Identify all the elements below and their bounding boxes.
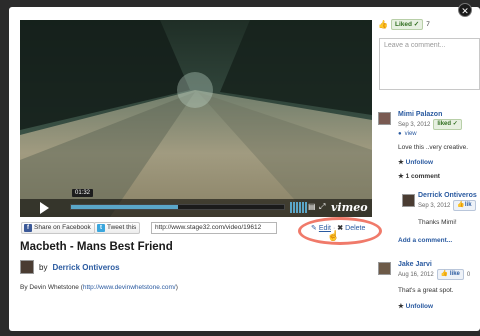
credit-suffix: ) (175, 284, 178, 291)
video-player[interactable]: 01:32 ▤ ⤢ vimeo (20, 20, 372, 217)
player-controls: 01:32 ▤ ⤢ vimeo (20, 189, 372, 217)
edit-icon[interactable]: ✎ (311, 224, 317, 232)
unfollow-button[interactable]: ★ Unfollow (398, 158, 480, 166)
share-facebook-label: Share on Facebook (34, 224, 91, 231)
liked-badge[interactable]: 👍 Liked ✓ 7 (378, 19, 430, 30)
comment-date: Sep 3, 2012 (398, 121, 431, 128)
reply-like-label: lik (464, 202, 472, 208)
reply-count[interactable]: ★ 1 comment (398, 172, 480, 180)
star-icon: ★ (398, 159, 404, 166)
facebook-icon: f (24, 224, 32, 232)
thumbs-up-icon: 👍 (378, 20, 388, 29)
credit-prefix: By Devin Whetstone ( (20, 284, 83, 291)
reply-item: Derrick Ontiveros Sep 3, 2012 👍lik Thank… (418, 192, 480, 226)
comment-like-button[interactable]: 👍 like (436, 269, 464, 280)
tweet-button[interactable]: t Tweet this (94, 222, 141, 234)
view-icon: ● (398, 131, 402, 137)
time-tooltip: 01:32 (72, 189, 94, 197)
seek-bar[interactable] (70, 204, 285, 210)
hd-icon[interactable]: ▤ (308, 202, 316, 211)
thumbs-up-icon: 👍 (457, 202, 465, 208)
comment-body: That's a great spot. (398, 287, 454, 294)
comment-input[interactable]: Leave a comment... (379, 38, 480, 90)
comment-meta: Aug 16, 2012 👍 like 0 (398, 269, 480, 280)
reply-count-label: 1 comment (405, 173, 440, 180)
comment-item: Mimi Palazon Sep 3, 2012 liked ✓ ● view … (398, 111, 480, 180)
reply-like-button[interactable]: 👍lik (453, 200, 476, 211)
reply-avatar[interactable] (402, 194, 415, 207)
hand-cursor-icon: ☝ (327, 231, 340, 242)
video-credit: By Devin Whetstone (http://www.devinwhet… (20, 284, 178, 291)
volume-control[interactable] (290, 202, 307, 213)
video-frame (20, 20, 372, 217)
tweet-label: Tweet this (107, 224, 137, 231)
thumbs-up-icon: 👍 (440, 271, 449, 277)
view-link[interactable]: view (405, 131, 417, 137)
star-icon: ★ (398, 173, 404, 180)
reply-meta: Sep 3, 2012 👍lik (418, 200, 480, 211)
delete-link[interactable]: Delete (345, 225, 365, 232)
commenter-avatar[interactable] (378, 112, 391, 125)
comment-author[interactable]: Jake Jarvi (398, 261, 480, 268)
close-icon[interactable]: ✕ (458, 3, 472, 17)
add-comment-link[interactable]: Add a comment... (398, 237, 452, 244)
comment-meta: Sep 3, 2012 liked ✓ (398, 119, 480, 130)
play-icon[interactable] (40, 202, 49, 214)
credit-link[interactable]: http://www.devinwhetstone.com/ (83, 284, 176, 291)
share-url-field[interactable]: http://www.stage32.com/video/19612 (151, 222, 277, 234)
author-row: by Derrick Ontiveros (20, 260, 120, 274)
unfollow-label: Unfollow (405, 159, 434, 166)
author-avatar[interactable] (20, 260, 34, 274)
comment-view[interactable]: ● view (398, 131, 480, 137)
reply-body: Thanks Mimi! (418, 219, 457, 226)
star-icon: ★ (398, 303, 404, 310)
by-label: by (39, 262, 48, 272)
liked-pill: Liked ✓ (390, 19, 424, 30)
like-count: 0 (466, 271, 471, 278)
commenter-avatar[interactable] (378, 262, 391, 275)
reply-date: Sep 3, 2012 (418, 202, 451, 209)
fullscreen-icon[interactable]: ⤢ (319, 202, 325, 212)
seek-progress (71, 205, 178, 209)
video-modal: 01:32 ▤ ⤢ vimeo f Share on Facebook t Tw… (9, 7, 480, 331)
comment-liked-pill[interactable]: liked ✓ (433, 119, 462, 130)
comment-date: Aug 16, 2012 (398, 271, 434, 278)
comment-body: Love this ..very creative. (398, 144, 469, 151)
share-facebook-button[interactable]: f Share on Facebook (21, 222, 95, 234)
comment-author[interactable]: Mimi Palazon (398, 111, 480, 118)
unfollow-label: Unfollow (405, 303, 434, 310)
video-title: Macbeth - Mans Best Friend (20, 241, 173, 253)
unfollow-button[interactable]: ★ Unfollow (398, 302, 480, 310)
comment-item: Jake Jarvi Aug 16, 2012 👍 like 0 That's … (398, 261, 480, 310)
vimeo-logo[interactable]: vimeo (331, 201, 368, 214)
twitter-icon: t (97, 224, 105, 232)
liked-count: 7 (426, 21, 430, 28)
author-link[interactable]: Derrick Ontiveros (52, 263, 119, 272)
reply-author[interactable]: Derrick Ontiveros (418, 192, 480, 199)
like-label: like (449, 271, 460, 277)
